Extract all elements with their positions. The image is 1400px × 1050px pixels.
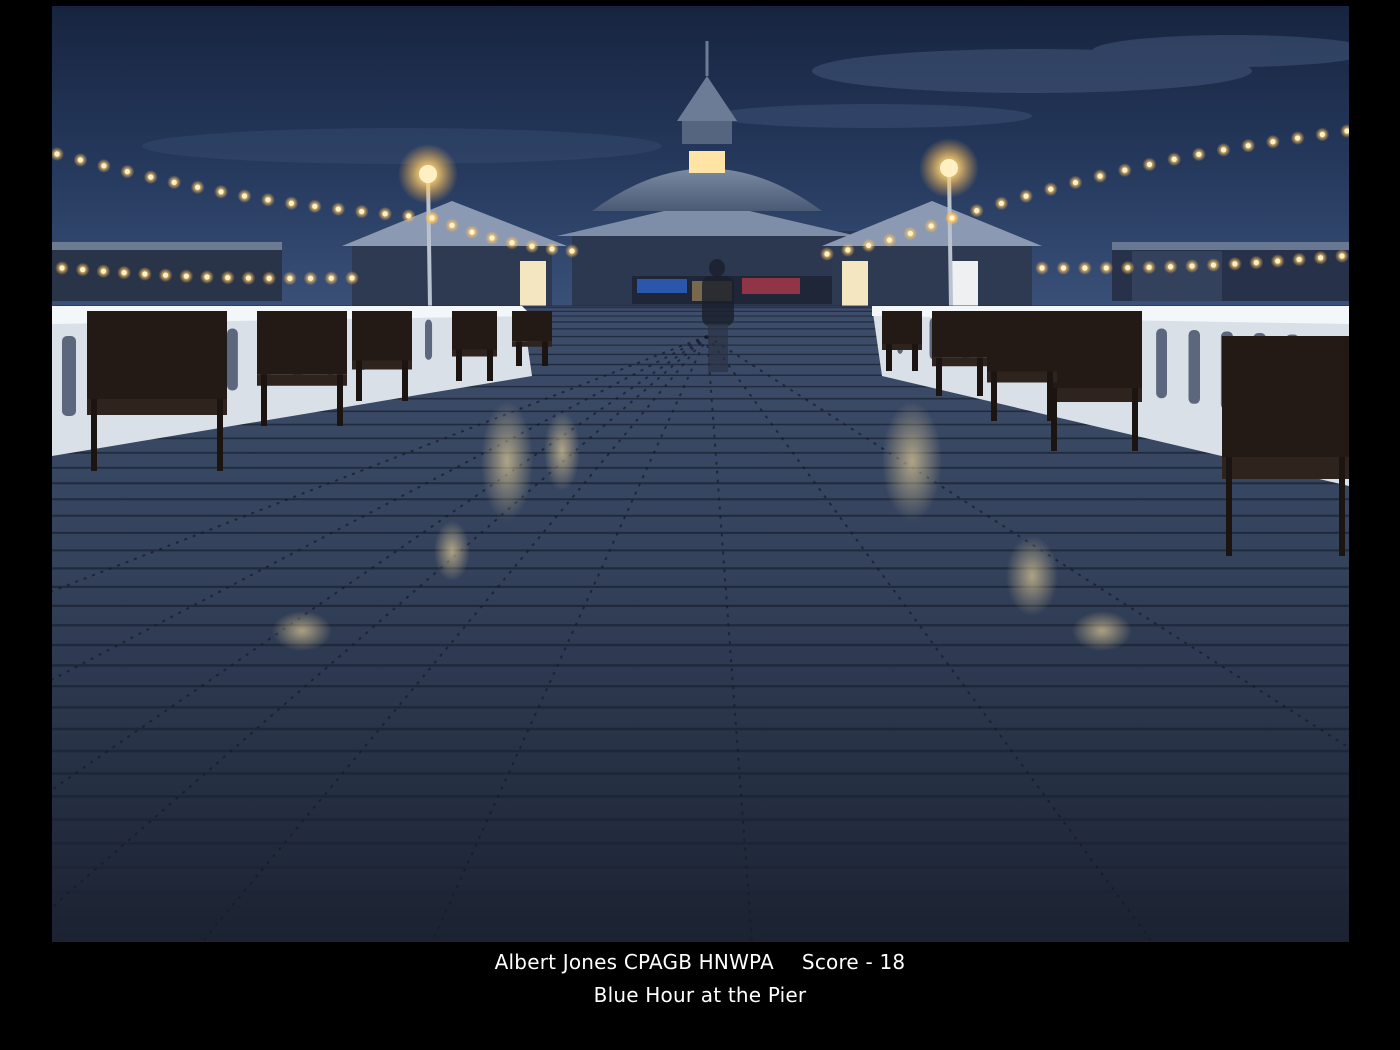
pier-photo-scene — [52, 6, 1349, 942]
photo-title: Blue Hour at the Pier — [593, 983, 807, 1007]
caption: Albert Jones CPAGB HNWPA Score - 18 Blue … — [0, 946, 1400, 1012]
slide: Albert Jones CPAGB HNWPA Score - 18 Blue … — [0, 0, 1400, 1050]
caption-line-author-score: Albert Jones CPAGB HNWPA Score - 18 — [0, 946, 1400, 979]
pier-photo — [52, 6, 1349, 942]
author-credit: Albert Jones CPAGB HNWPA — [494, 950, 774, 974]
score-label: Score - 18 — [801, 950, 906, 974]
